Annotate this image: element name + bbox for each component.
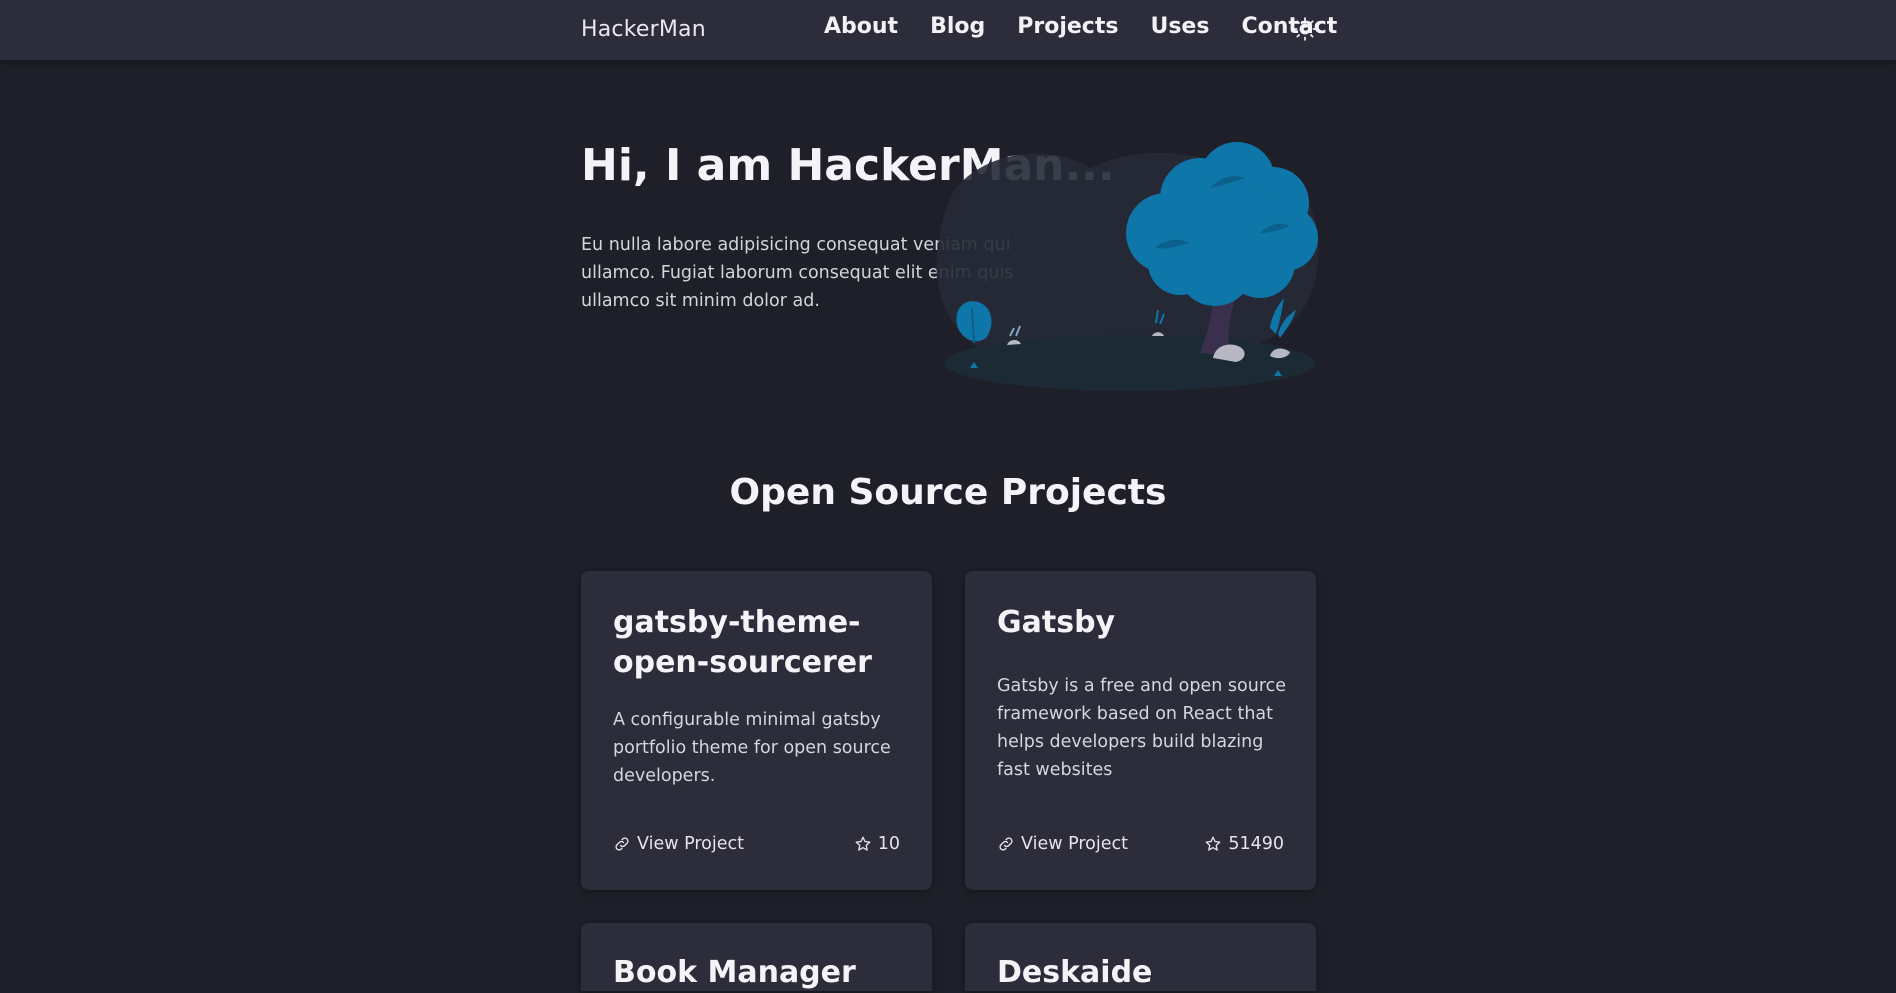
project-card-title[interactable]: Deskaide [997,953,1297,993]
star-count: 10 [854,834,900,854]
illustration-ground [945,335,1315,391]
star-icon [855,836,871,851]
view-project-label: View Project [1021,834,1128,854]
nav-link-uses[interactable]: Uses [1150,14,1209,39]
star-icon [1205,836,1221,851]
project-card-title[interactable]: Book Manager [613,953,913,993]
star-count-value: 10 [877,834,900,854]
brand-logo-text[interactable]: HackerMan [581,17,706,42]
nav-link-blog[interactable]: Blog [930,14,985,39]
main-nav: About Blog Projects Uses Contact [824,14,1337,39]
project-card-description: A configurable minimal gatsby portfolio … [613,710,891,786]
project-card-footer: View Project 51490 [997,829,1284,859]
nav-link-projects[interactable]: Projects [1017,14,1118,39]
link-icon [999,837,1013,851]
project-card-footer: View Project 10 [613,829,900,859]
project-card: Book Manager [581,923,932,991]
project-card: gatsby-theme-open-sourcerer A configurab… [581,571,932,890]
project-card-description: Gatsby is a free and open source framewo… [997,676,1287,780]
tree-illustration [936,142,1319,391]
nav-link-about[interactable]: About [824,14,898,39]
nav-link-contact[interactable]: Contact [1241,14,1337,39]
section-title-projects: Open Source Projects [729,472,1167,513]
project-card: Gatsby Gatsby is a free and open source … [965,571,1316,890]
star-count: 51490 [1204,834,1284,854]
view-project-link[interactable]: View Project [613,834,744,854]
theme-toggle-button[interactable] [1292,16,1318,42]
link-icon [615,837,629,851]
project-card-title[interactable]: Gatsby [997,603,1297,643]
view-project-label: View Project [637,834,744,854]
project-card: Deskaide [965,923,1316,991]
star-count-value: 51490 [1228,834,1284,854]
sun-icon [1293,17,1317,41]
project-card-title[interactable]: gatsby-theme-open-sourcerer [613,603,913,683]
top-navbar: HackerMan About Blog Projects Uses Conta… [0,0,1896,60]
view-project-link[interactable]: View Project [997,834,1128,854]
